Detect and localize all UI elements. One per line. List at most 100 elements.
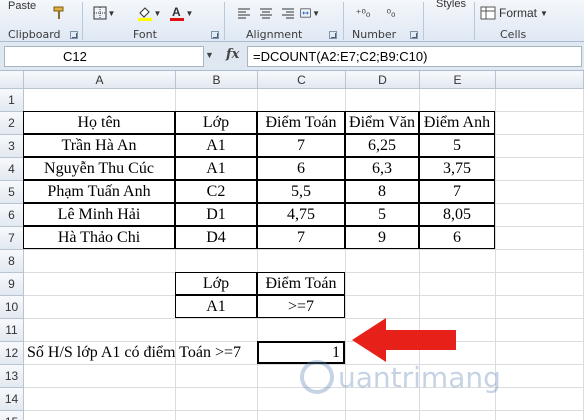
table-data-cell[interactable]: A1 <box>175 157 257 180</box>
column-header-b[interactable]: B <box>176 71 258 89</box>
grid-cell[interactable] <box>258 89 346 112</box>
clipboard-launcher-icon[interactable] <box>70 31 78 39</box>
result-label-cell[interactable]: Số H/S lớp A1 có điểm Toán >=7 <box>24 342 264 365</box>
format-button[interactable]: Format ▼ <box>480 3 580 23</box>
grid-cell[interactable] <box>346 273 420 296</box>
grid-cell[interactable] <box>420 89 496 112</box>
grid-cell[interactable] <box>496 112 584 135</box>
align-right-icon[interactable] <box>280 3 296 23</box>
table-data-cell[interactable]: 9 <box>345 226 419 249</box>
table-data-cell[interactable]: D4 <box>175 226 257 249</box>
table-data-cell[interactable]: 7 <box>257 226 345 249</box>
grid-cell[interactable] <box>24 89 176 112</box>
table-data-cell[interactable]: 6,3 <box>345 157 419 180</box>
grid-cell[interactable] <box>24 319 176 342</box>
table-data-cell[interactable]: 5 <box>419 134 495 157</box>
insert-function-icon[interactable]: fx <box>226 47 239 62</box>
format-painter-icon[interactable] <box>50 3 68 23</box>
table-data-cell[interactable]: Hà Thảo Chi <box>23 226 175 249</box>
row-header-1[interactable]: 1 <box>0 89 24 112</box>
table-data-cell[interactable]: 5 <box>345 203 419 226</box>
table-data-cell[interactable]: 7 <box>257 134 345 157</box>
grid-cell[interactable] <box>24 296 176 319</box>
align-left-icon[interactable] <box>236 3 252 23</box>
grid-cell[interactable] <box>496 388 584 411</box>
table-data-cell[interactable]: Phạm Tuấn Anh <box>23 180 175 203</box>
table-data-cell[interactable]: 6 <box>257 157 345 180</box>
grid-cell[interactable] <box>496 227 584 250</box>
row-header-13[interactable]: 13 <box>0 365 24 388</box>
column-header-d[interactable]: D <box>346 71 420 89</box>
styles-button[interactable]: Styles <box>436 0 466 14</box>
grid-cell[interactable] <box>176 319 258 342</box>
table-data-cell[interactable]: Lê Minh Hải <box>23 203 175 226</box>
row-header-15[interactable]: 15 <box>0 411 24 420</box>
row-header-2[interactable]: 2 <box>0 112 24 135</box>
grid-cell[interactable] <box>496 365 584 388</box>
decrease-decimal-icon[interactable]: ⁰₀ <box>380 3 402 23</box>
grid-cell[interactable] <box>24 273 176 296</box>
grid-cell[interactable] <box>176 250 258 273</box>
row-header-14[interactable]: 14 <box>0 388 24 411</box>
table-header-cell[interactable]: Điểm Toán <box>257 111 345 134</box>
grid-cell[interactable] <box>24 388 176 411</box>
grid-cell[interactable] <box>496 181 584 204</box>
row-header-10[interactable]: 10 <box>0 296 24 319</box>
row-header-9[interactable]: 9 <box>0 273 24 296</box>
fill-color-button[interactable]: ▼ <box>136 3 162 23</box>
grid-cell[interactable] <box>496 250 584 273</box>
table-header-cell[interactable]: Lớp <box>175 111 257 134</box>
grid-cell[interactable] <box>496 342 584 365</box>
table-data-cell[interactable]: 8,05 <box>419 203 495 226</box>
grid-cell[interactable] <box>420 411 496 420</box>
grid-cell[interactable] <box>496 273 584 296</box>
grid-cell[interactable] <box>496 89 584 112</box>
font-launcher-icon[interactable] <box>211 31 219 39</box>
table-data-cell[interactable]: A1 <box>175 134 257 157</box>
criteria-header-cell[interactable]: Điểm Toán <box>257 272 345 295</box>
table-data-cell[interactable]: C2 <box>175 180 257 203</box>
table-data-cell[interactable]: 4,75 <box>257 203 345 226</box>
select-all-corner[interactable] <box>0 71 24 89</box>
align-center-icon[interactable] <box>258 3 274 23</box>
column-header-c[interactable]: C <box>258 71 346 89</box>
table-data-cell[interactable]: 3,75 <box>419 157 495 180</box>
grid-cell[interactable] <box>24 365 176 388</box>
row-header-11[interactable]: 11 <box>0 319 24 342</box>
table-data-cell[interactable]: D1 <box>175 203 257 226</box>
row-header-4[interactable]: 4 <box>0 158 24 181</box>
table-data-cell[interactable]: 6,25 <box>345 134 419 157</box>
row-header-6[interactable]: 6 <box>0 204 24 227</box>
merge-center-icon[interactable]: ▼ <box>300 3 320 23</box>
table-header-cell[interactable]: Điểm Anh <box>419 111 495 134</box>
borders-button[interactable]: ▼ <box>92 3 116 23</box>
grid-cell[interactable] <box>420 273 496 296</box>
name-box-dropdown-icon[interactable]: ▼ <box>205 50 214 60</box>
row-header-5[interactable]: 5 <box>0 181 24 204</box>
grid-cell[interactable] <box>496 135 584 158</box>
row-header-8[interactable]: 8 <box>0 250 24 273</box>
table-data-cell[interactable]: Nguyễn Thu Cúc <box>23 157 175 180</box>
alignment-launcher-icon[interactable] <box>329 31 337 39</box>
grid-cell[interactable] <box>176 411 258 420</box>
grid-cell[interactable] <box>496 158 584 181</box>
grid-cell[interactable] <box>258 319 346 342</box>
table-data-cell[interactable]: 6 <box>419 226 495 249</box>
row-header-3[interactable]: 3 <box>0 135 24 158</box>
grid-cell[interactable] <box>496 319 584 342</box>
name-box[interactable]: C12 <box>4 46 204 67</box>
row-header-12[interactable]: 12 <box>0 342 24 365</box>
grid-cell[interactable] <box>496 204 584 227</box>
paste-button[interactable]: Paste <box>8 0 36 16</box>
row-header-7[interactable]: 7 <box>0 227 24 250</box>
grid-cell[interactable] <box>176 365 258 388</box>
grid-cell[interactable] <box>346 89 420 112</box>
table-data-cell[interactable]: Trần Hà An <box>23 134 175 157</box>
criteria-value-cell[interactable]: A1 <box>175 295 257 318</box>
table-header-cell[interactable]: Điểm Văn <box>345 111 419 134</box>
number-launcher-icon[interactable] <box>410 31 418 39</box>
grid-cell[interactable] <box>24 250 176 273</box>
grid-cell[interactable] <box>496 411 584 420</box>
table-header-cell[interactable]: Họ tên <box>23 111 175 134</box>
formula-input[interactable]: =DCOUNT(A2:E7;C2;B9:C10) <box>247 46 582 67</box>
